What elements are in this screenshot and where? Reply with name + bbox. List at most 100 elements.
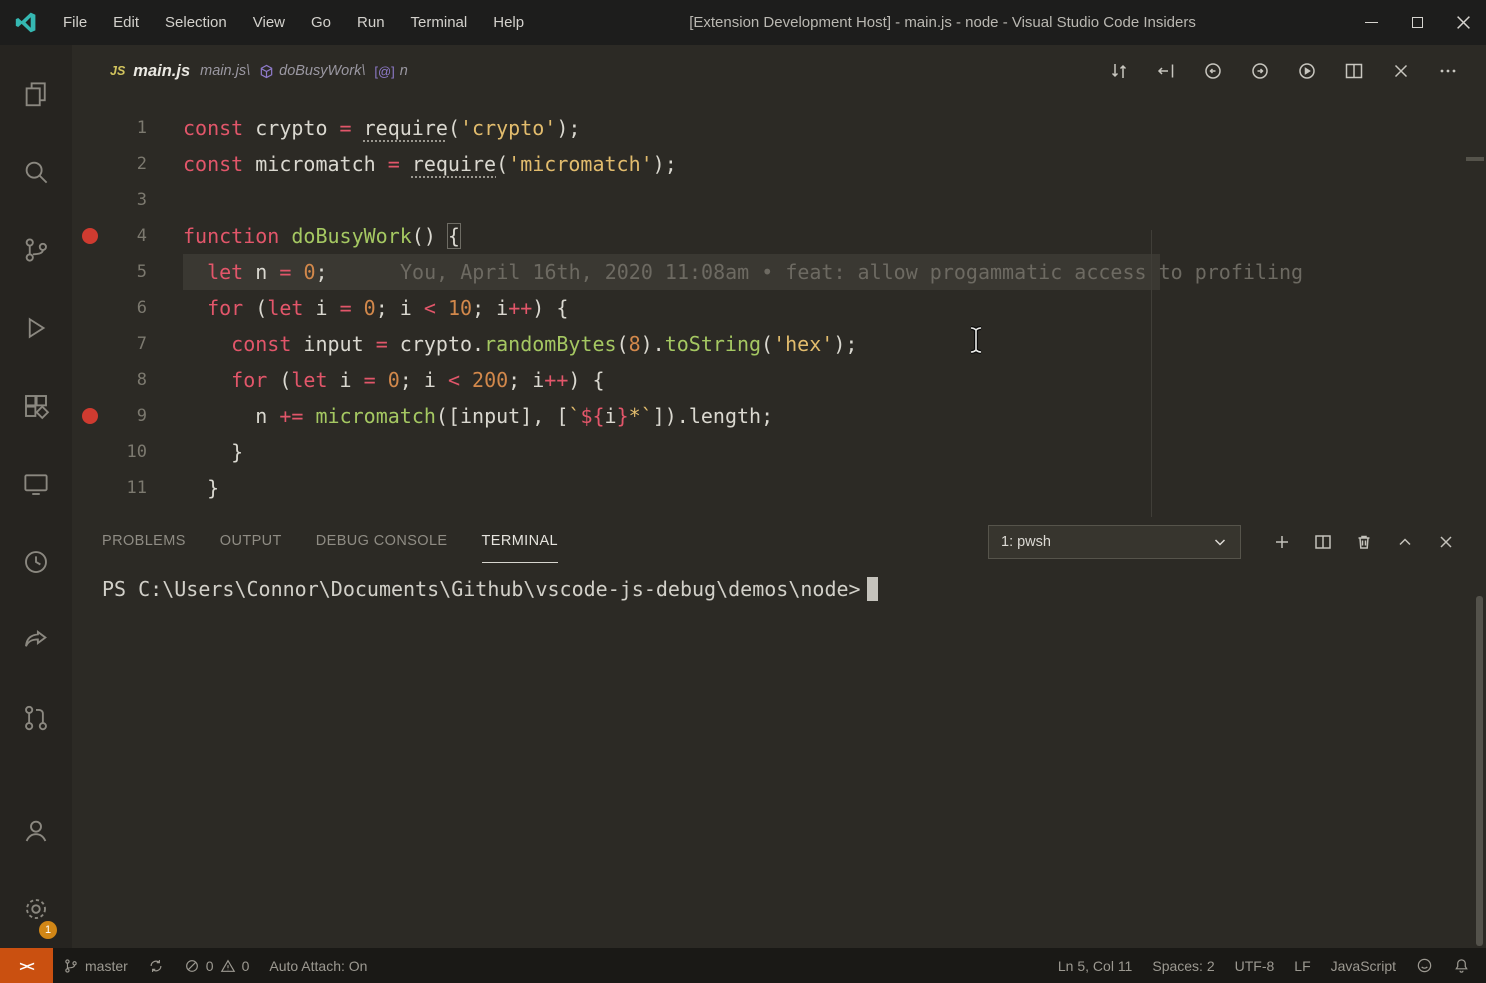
- breadcrumb-member[interactable]: n: [400, 63, 408, 79]
- more-actions-icon[interactable]: [1436, 59, 1460, 83]
- indentation-indicator[interactable]: Spaces: 2: [1142, 948, 1224, 983]
- tab-terminal[interactable]: TERMINAL: [482, 520, 559, 563]
- sidebar-item-explorer[interactable]: [0, 55, 72, 133]
- menu-selection[interactable]: Selection: [152, 0, 240, 45]
- reverse-continue-icon[interactable]: [1201, 59, 1225, 83]
- encoding-indicator[interactable]: UTF-8: [1225, 948, 1285, 983]
- tab-output[interactable]: OUTPUT: [220, 520, 282, 563]
- code-line-7[interactable]: 7 const input = crypto.randomBytes(8).to…: [72, 326, 1486, 362]
- code-line-4[interactable]: 4function doBusyWork() {: [72, 218, 1486, 254]
- breakpoint-slot[interactable]: [82, 336, 98, 352]
- breadcrumb-symbol[interactable]: doBusyWork\: [279, 63, 365, 79]
- breakpoint-slot[interactable]: [82, 264, 98, 280]
- sidebar-item-live-share[interactable]: [0, 601, 72, 679]
- gutter[interactable]: 5: [72, 254, 183, 290]
- code-line-2[interactable]: 2const micromatch = require('micromatch'…: [72, 146, 1486, 182]
- maximize-button[interactable]: [1394, 0, 1440, 45]
- menu-view[interactable]: View: [240, 0, 298, 45]
- code-line-10[interactable]: 10 }: [72, 434, 1486, 470]
- breakpoint-slot[interactable]: [82, 156, 98, 172]
- sidebar-item-remote-explorer[interactable]: [0, 445, 72, 523]
- run-profile-icon[interactable]: [1295, 59, 1319, 83]
- code-line-11[interactable]: 11 }: [72, 470, 1486, 506]
- new-terminal-button[interactable]: [1270, 530, 1294, 554]
- kill-terminal-button[interactable]: [1352, 530, 1376, 554]
- step-forward-icon[interactable]: [1248, 59, 1272, 83]
- editor-scrollbar-thumb[interactable]: [1466, 157, 1484, 161]
- minimize-button[interactable]: [1348, 0, 1394, 45]
- sync-button[interactable]: [138, 948, 174, 983]
- sidebar-item-profiles[interactable]: [0, 523, 72, 601]
- menu-go[interactable]: Go: [298, 0, 344, 45]
- gutter[interactable]: 2: [72, 146, 183, 182]
- code-line-8[interactable]: 8 for (let i = 0; i < 200; i++) {: [72, 362, 1486, 398]
- line-content[interactable]: const micromatch = require('micromatch')…: [183, 146, 1486, 182]
- cursor-position-indicator[interactable]: Ln 5, Col 11: [1048, 948, 1142, 983]
- line-content[interactable]: for (let i = 0; i < 10; i++) {: [183, 290, 1486, 326]
- language-mode-indicator[interactable]: JavaScript: [1321, 948, 1406, 983]
- gutter[interactable]: 7: [72, 326, 183, 362]
- breakpoint-slot[interactable]: [82, 444, 98, 460]
- sidebar-item-extensions[interactable]: [0, 367, 72, 445]
- terminal-instance-select[interactable]: 1: pwsh: [988, 525, 1241, 559]
- terminal-scrollbar[interactable]: [1476, 596, 1483, 946]
- compare-changes-icon[interactable]: [1107, 59, 1131, 83]
- line-content[interactable]: [183, 182, 1486, 218]
- code-line-5[interactable]: 5 let n = 0;You, April 16th, 2020 11:08a…: [72, 254, 1486, 290]
- code-line-1[interactable]: 1const crypto = require('crypto');: [72, 110, 1486, 146]
- line-content[interactable]: const crypto = require('crypto');: [183, 110, 1486, 146]
- breakpoint-dot[interactable]: [82, 408, 98, 424]
- sidebar-item-accounts[interactable]: [0, 792, 72, 870]
- breakpoint-dot[interactable]: [82, 228, 98, 244]
- split-editor-icon[interactable]: [1342, 59, 1366, 83]
- auto-attach-indicator[interactable]: Auto Attach: On: [259, 948, 377, 983]
- breakpoint-slot[interactable]: [82, 300, 98, 316]
- problems-indicator[interactable]: 0 0: [174, 948, 260, 983]
- maximize-panel-button[interactable]: [1393, 530, 1417, 554]
- breadcrumb-file[interactable]: main.js\: [200, 63, 250, 79]
- close-panel-button[interactable]: [1434, 530, 1458, 554]
- tab-debug-console[interactable]: DEBUG CONSOLE: [316, 520, 448, 563]
- line-content[interactable]: for (let i = 0; i < 200; i++) {: [183, 362, 1486, 398]
- gutter[interactable]: 9: [72, 398, 183, 434]
- branch-indicator[interactable]: master: [53, 948, 138, 983]
- breakpoint-slot[interactable]: [82, 120, 98, 136]
- line-content[interactable]: }: [183, 434, 1486, 470]
- gutter[interactable]: 8: [72, 362, 183, 398]
- sidebar-item-search[interactable]: [0, 133, 72, 211]
- menu-file[interactable]: File: [50, 0, 100, 45]
- step-back-icon[interactable]: [1154, 59, 1178, 83]
- editor[interactable]: 1const crypto = require('crypto');2const…: [72, 97, 1486, 518]
- tab-problems[interactable]: PROBLEMS: [102, 520, 186, 563]
- gutter[interactable]: 6: [72, 290, 183, 326]
- breakpoint-slot[interactable]: [82, 372, 98, 388]
- breakpoint-slot[interactable]: [82, 480, 98, 496]
- code-line-6[interactable]: 6 for (let i = 0; i < 10; i++) {: [72, 290, 1486, 326]
- menu-edit[interactable]: Edit: [100, 0, 152, 45]
- editor-tab-filename[interactable]: main.js: [133, 62, 190, 81]
- sidebar-item-run-debug[interactable]: [0, 289, 72, 367]
- eol-indicator[interactable]: LF: [1284, 948, 1320, 983]
- sidebar-item-settings[interactable]: 1: [0, 870, 72, 948]
- breakpoint-slot[interactable]: [82, 192, 98, 208]
- gutter[interactable]: 11: [72, 470, 183, 506]
- menu-run[interactable]: Run: [344, 0, 398, 45]
- gutter[interactable]: 3: [72, 182, 183, 218]
- remote-indicator[interactable]: ><: [0, 948, 53, 983]
- code-line-9[interactable]: 9 n += micromatch([input], [`${i}*`]).le…: [72, 398, 1486, 434]
- line-content[interactable]: n += micromatch([input], [`${i}*`]).leng…: [183, 398, 1486, 434]
- close-editor-icon[interactable]: [1389, 59, 1413, 83]
- line-content[interactable]: const input = crypto.randomBytes(8).toSt…: [183, 326, 1486, 362]
- line-content[interactable]: let n = 0;You, April 16th, 2020 11:08am …: [183, 254, 1486, 290]
- line-content[interactable]: }: [183, 470, 1486, 506]
- menu-terminal[interactable]: Terminal: [398, 0, 481, 45]
- notifications-button[interactable]: [1443, 948, 1480, 983]
- line-content[interactable]: function doBusyWork() {: [183, 218, 1486, 254]
- gutter[interactable]: 1: [72, 110, 183, 146]
- menu-help[interactable]: Help: [480, 0, 537, 45]
- gutter[interactable]: 4: [72, 218, 183, 254]
- code-line-3[interactable]: 3: [72, 182, 1486, 218]
- gutter[interactable]: 10: [72, 434, 183, 470]
- close-window-button[interactable]: [1440, 0, 1486, 45]
- split-terminal-button[interactable]: [1311, 530, 1335, 554]
